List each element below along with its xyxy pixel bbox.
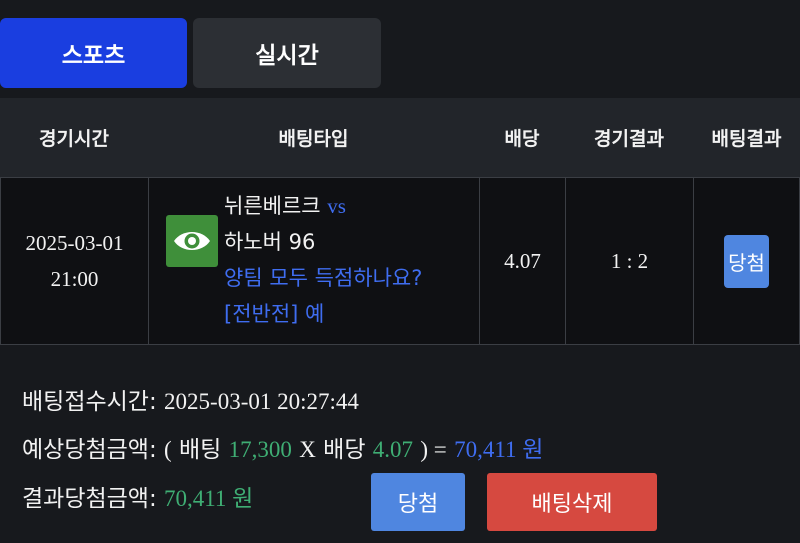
win-button[interactable]: 당첨 [371,473,465,531]
header-odds: 배당 [504,128,540,150]
bet-history-table: 경기시간 배팅타입 배당 경기결과 배팅결과 2025-03-01 21:00 … [0,98,800,346]
header-match-time: 경기시간 [39,128,109,150]
odds-cell: 4.07 [480,178,566,344]
bet-word: 배팅 [179,437,222,463]
result-label: 결과당첨금액: [22,486,157,512]
home-team: 뉘른베르크 [224,194,321,218]
bet-details: 뉘른베르크 vs 하노버 96 양팀 모두 득점하나요? [전반전] 예 [224,188,479,332]
eye-icon[interactable] [166,215,218,267]
tab-live[interactable]: 실시간 [193,18,381,88]
bet-type-cell: 뉘른베르크 vs 하노버 96 양팀 모두 득점하나요? [전반전] 예 [149,178,480,344]
vs-label: vs [327,194,346,218]
bet-result-cell: 당첨 [694,178,799,344]
table-header: 경기시간 배팅타입 배당 경기결과 배팅결과 [0,98,800,177]
times-sign: X [299,437,316,462]
score-cell: 1 : 2 [566,178,694,344]
expected-label: 예상당첨금액: [22,437,157,463]
match-time: 21:00 [50,267,99,291]
odds-value: 4.07 [504,248,541,273]
delete-bet-button[interactable]: 배팅삭제 [487,473,657,531]
header-bet-result: 배팅결과 [711,128,782,150]
result-win-line: 결과당첨금액: 70,411 원 [22,481,253,517]
match-date: 2025-03-01 [25,231,124,255]
status-badge: 당첨 [724,234,769,288]
bet-pick: 예 [305,302,325,326]
bet-time-line: 배팅접수시간: 2025-03-01 20:27:44 [22,384,359,420]
market-question: 양팀 모두 득점하나요? [224,266,423,290]
table-row: 2025-03-01 21:00 뉘른베르크 vs 하노버 96 양팀 모두 득… [0,177,800,345]
bet-amount: 17,300 [228,437,292,462]
header-bet-type: 배팅타입 [278,128,349,150]
open-paren: ( [164,437,172,462]
period-label: [전반전] [224,302,299,326]
away-team: 하노버 96 [224,230,316,254]
expected-win-line: 예상당첨금액: ( 배팅 17,300 X 배당 4.07 ) = 70,411… [22,432,543,468]
bet-time-label: 배팅접수시간: [22,389,157,415]
odds-word: 배당 [323,437,366,463]
tab-bar: 스포츠 실시간 [0,18,800,88]
expected-amount: 70,411 원 [454,437,544,462]
match-score: 1 : 2 [610,248,649,273]
close-paren-equals: ) = [420,437,447,462]
tab-sports[interactable]: 스포츠 [0,18,187,88]
bet-time-value: 2025-03-01 20:27:44 [164,389,359,414]
header-match-result: 경기결과 [594,128,664,150]
summary-odds: 4.07 [372,437,414,462]
result-amount: 70,411 원 [164,486,254,511]
match-time-cell: 2025-03-01 21:00 [1,178,149,344]
